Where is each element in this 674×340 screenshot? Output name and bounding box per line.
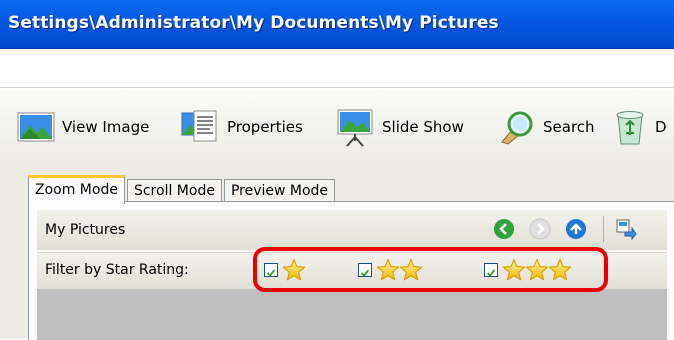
two-star-checkbox[interactable] xyxy=(358,263,372,277)
forward-arrow-icon[interactable] xyxy=(529,218,551,240)
viewer-area: Zoom Mode Scroll Mode Preview Mode My Pi… xyxy=(0,165,674,340)
magnifier-icon xyxy=(501,111,533,145)
search-button[interactable]: Search xyxy=(498,107,595,147)
delete-label: D xyxy=(655,118,667,136)
star-icon xyxy=(525,258,549,282)
properties-sheet-icon xyxy=(181,110,217,142)
checkmark-icon xyxy=(265,267,277,279)
tab-scroll-mode[interactable]: Scroll Mode xyxy=(126,179,222,202)
copy-to-folder-icon[interactable] xyxy=(615,218,637,240)
projector-screen-icon xyxy=(337,109,373,147)
recycle-bin-icon xyxy=(616,111,644,145)
checkmark-icon xyxy=(485,267,497,279)
star-icon xyxy=(399,258,423,282)
star-icon xyxy=(548,258,572,282)
window-title-bar[interactable]: Settings\Administrator\My Documents\My P… xyxy=(0,0,674,49)
properties-label: Properties xyxy=(227,118,303,136)
window-title: Settings\Administrator\My Documents\My P… xyxy=(8,13,499,33)
folder-name: My Pictures xyxy=(45,222,126,238)
star-rating-filter-bar: Filter by Star Rating: xyxy=(37,252,667,289)
one-star-checkbox[interactable] xyxy=(264,263,278,277)
landscape-picture-icon xyxy=(17,112,55,142)
picture-display-area[interactable] xyxy=(37,289,667,340)
tab-preview-mode[interactable]: Preview Mode xyxy=(223,179,336,202)
star-icon xyxy=(282,258,306,282)
star-icon xyxy=(502,258,526,282)
delete-button[interactable]: D xyxy=(612,107,667,147)
checkmark-icon xyxy=(359,267,371,279)
search-label: Search xyxy=(543,118,595,136)
tab-panel: My Pictures Filter by Star Rating: xyxy=(28,201,674,340)
back-arrow-icon[interactable] xyxy=(493,218,515,240)
filter-label: Filter by Star Rating: xyxy=(45,262,189,278)
slide-show-button[interactable]: Slide Show xyxy=(335,107,464,147)
view-image-label: View Image xyxy=(62,118,150,136)
toolbar: View Image Properties Slide Show Search … xyxy=(0,88,674,166)
properties-button[interactable]: Properties xyxy=(180,107,303,147)
three-star-checkbox[interactable] xyxy=(484,263,498,277)
up-arrow-icon[interactable] xyxy=(565,218,587,240)
navigation-bar: My Pictures xyxy=(37,210,667,250)
view-image-button[interactable]: View Image xyxy=(17,107,149,147)
tab-zoom-mode[interactable]: Zoom Mode xyxy=(28,175,125,204)
slide-show-label: Slide Show xyxy=(382,118,464,136)
menu-bar xyxy=(0,49,674,88)
star-icon xyxy=(376,258,400,282)
nav-separator xyxy=(603,216,604,242)
mode-tabs: Zoom Mode Scroll Mode Preview Mode xyxy=(28,175,337,204)
